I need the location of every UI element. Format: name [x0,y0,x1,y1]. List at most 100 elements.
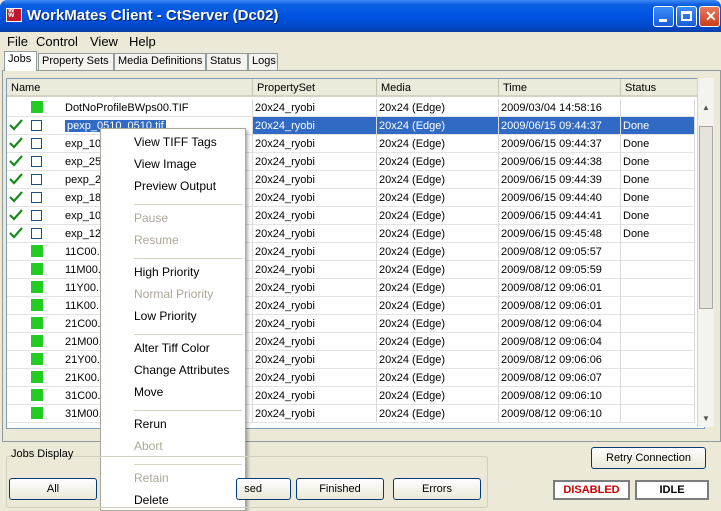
cell-property-set: 20x24_ryobi [253,153,377,171]
row-checkbox[interactable] [31,138,42,149]
checkmark-icon [9,154,23,168]
cell-status [621,405,695,423]
cell-media: 20x24 (Edge) [377,189,499,207]
menu-separator [134,334,242,335]
menu-item-pause: Pause [134,211,169,225]
cell-media: 20x24 (Edge) [377,405,499,423]
row-checkbox[interactable] [31,192,42,203]
jobs-display-label: Jobs Display [11,448,74,460]
maximize-button[interactable] [676,6,697,27]
cell-status [621,279,695,297]
menu-item-change-attributes[interactable]: Change Attributes [134,363,229,377]
menu-item-view-tiff-tags[interactable]: View TIFF Tags [134,135,217,149]
checkmark-icon [9,118,23,132]
table-row[interactable]: DotNoProfileBWps00.TIF 20x24_ryobi 20x24 (… [7,99,695,117]
scroll-up-icon[interactable]: ▲ [698,100,714,116]
job-name: 21C00. [65,318,101,330]
column-header-propertyset[interactable]: PropertySet [253,79,377,97]
job-name: exp_10 [65,138,102,150]
menu-item-high-priority[interactable]: High Priority [134,265,199,279]
menu-item-alter-tiff-color[interactable]: Alter Tiff Color [134,341,210,355]
cell-time: 2009/08/12 09:06:10 [499,387,621,405]
job-name: exp_25 [65,156,102,168]
column-header-name[interactable]: Name [7,79,253,97]
cell-property-set: 20x24_ryobi [253,333,377,351]
tab-media-definitions[interactable]: Media Definitions [114,53,206,70]
filter-paused-button[interactable]: sed [236,478,291,500]
cell-media: 20x24 (Edge) [377,351,499,369]
cell-status: Done [621,117,695,135]
cell-media: 20x24 (Edge) [377,153,499,171]
menu-item-resume: Resume [134,233,179,247]
menu-bar: File Control View Help [0,32,721,52]
cell-time: 2009/06/15 09:44:39 [499,171,621,189]
status-indicator-icon [31,263,43,275]
cell-property-set: 20x24_ryobi [253,225,377,243]
checkmark-icon [9,136,23,150]
menu-item-low-priority[interactable]: Low Priority [134,309,197,323]
tab-property-sets[interactable]: Property Sets [38,53,114,70]
filter-errors-button[interactable]: Errors [393,478,481,500]
checkmark-icon [9,190,23,204]
minimize-button[interactable] [653,6,674,27]
column-header-time[interactable]: Time [499,79,621,97]
cell-status [621,351,695,369]
row-checkbox[interactable] [31,210,42,221]
column-header-media[interactable]: Media [377,79,499,97]
job-name: DotNoProfileBWps00.TIF [65,102,189,114]
job-name: 21Y00. [65,354,100,366]
cell-property-set: 20x24_ryobi [253,387,377,405]
tab-logs[interactable]: Logs [248,53,278,70]
menu-item-preview-output[interactable]: Preview Output [134,179,216,193]
menu-control[interactable]: Control [36,34,78,49]
status-indicator-icon [31,317,43,329]
activity-status-badge: IDLE [635,480,709,500]
row-checkbox[interactable] [31,228,42,239]
status-indicator-icon [31,299,43,311]
cell-time: 2009/06/15 09:44:38 [499,153,621,171]
job-name: 21M00. [65,336,102,348]
cell-time: 2009/08/12 09:06:04 [499,315,621,333]
cell-property-set: 20x24_ryobi [253,135,377,153]
tab-status[interactable]: Status [206,53,248,70]
menu-item-move[interactable]: Move [134,385,163,399]
job-name: 11M00. [65,264,101,276]
scroll-thumb[interactable] [699,126,713,309]
row-checkbox[interactable] [31,174,42,185]
menu-item-view-image[interactable]: View Image [134,157,196,171]
checkmark-icon [9,226,23,240]
filter-all-button[interactable]: All [9,478,97,500]
status-indicator-icon [31,245,43,257]
status-indicator-icon [31,407,43,419]
cell-media: 20x24 (Edge) [377,207,499,225]
job-name: 31M00. [65,408,102,420]
cell-time: 2009/08/12 09:06:01 [499,297,621,315]
tab-jobs[interactable]: Jobs [4,51,37,71]
retry-connection-button[interactable]: Retry Connection [591,447,706,469]
cell-media: 20x24 (Edge) [377,261,499,279]
status-indicator-icon [31,371,43,383]
column-header-status[interactable]: Status [621,79,704,97]
cell-status [621,99,695,117]
cell-property-set: 20x24_ryobi [253,351,377,369]
menu-file[interactable]: File [7,34,28,49]
filter-finished-button[interactable]: Finished [296,478,384,500]
menu-item-normal-priority: Normal Priority [134,287,214,301]
cell-time: 2009/08/12 09:06:04 [499,333,621,351]
menu-help[interactable]: Help [129,34,156,49]
job-name: 21K00. [65,372,100,384]
menu-item-rerun[interactable]: Rerun [134,417,167,431]
row-checkbox[interactable] [31,120,42,131]
menu-view[interactable]: View [90,34,118,49]
close-button[interactable]: ✕ [699,6,720,27]
job-name: 11C00. [65,246,100,258]
vertical-scrollbar[interactable]: ▲ ▼ [697,78,714,427]
cell-media: 20x24 (Edge) [377,171,499,189]
row-checkbox[interactable] [31,156,42,167]
cell-media: 20x24 (Edge) [377,315,499,333]
cell-media: 20x24 (Edge) [377,333,499,351]
status-indicator-icon [31,281,43,293]
status-indicator-icon [31,389,43,401]
cell-time: 2009/08/12 09:06:01 [499,279,621,297]
scroll-down-icon[interactable]: ▼ [698,411,714,427]
